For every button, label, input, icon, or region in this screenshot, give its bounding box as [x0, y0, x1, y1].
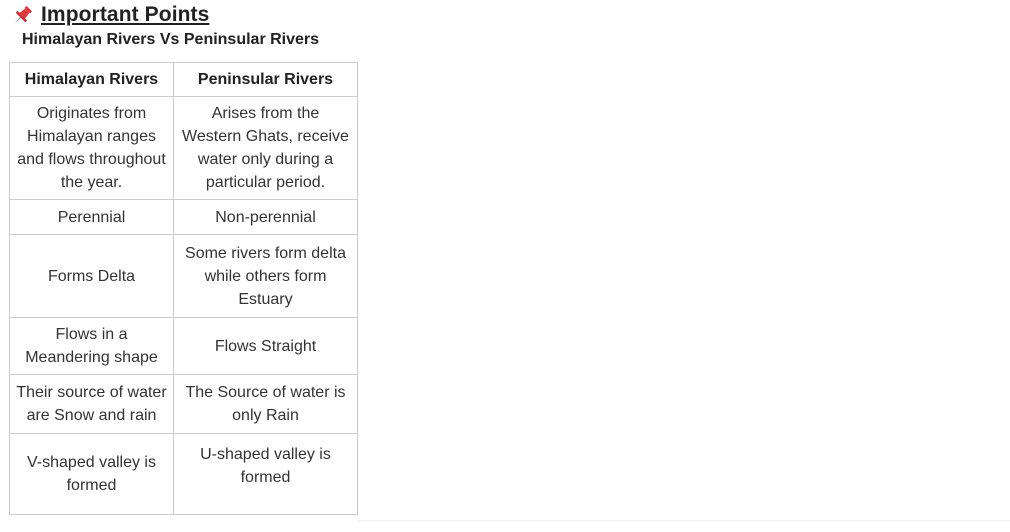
table-cell: Flows in a Meandering shape — [9, 317, 174, 375]
table-row: Originates from Himalayan ranges and flo… — [9, 96, 358, 200]
divider — [358, 520, 1010, 521]
table-cell: Originates from Himalayan ranges and flo… — [9, 96, 174, 200]
table-cell: Non-perennial — [173, 199, 358, 235]
table-cell: Arises from the Western Ghats, receive w… — [173, 96, 358, 200]
comparison-table: Himalayan Rivers Peninsular Rivers Origi… — [9, 62, 358, 515]
table-row: V-shaped valley is formed U-shaped valle… — [9, 433, 358, 515]
table-cell: Perennial — [9, 199, 174, 235]
column-header-peninsular: Peninsular Rivers — [173, 62, 358, 97]
table-cell: Their source of water are Snow and rain — [9, 374, 174, 434]
column-header-himalayan: Himalayan Rivers — [9, 62, 174, 97]
table-row: Flows in a Meandering shape Flows Straig… — [9, 317, 358, 375]
table-cell: Forms Delta — [9, 234, 174, 318]
table-cell: Flows Straight — [173, 317, 358, 375]
page-title: Important Points — [41, 3, 210, 26]
table-cell: The Source of water is only Rain — [173, 374, 358, 434]
table-row: Their source of water are Snow and rain … — [9, 374, 358, 434]
pushpin-icon — [11, 3, 35, 27]
table-caption: Himalayan Rivers Vs Peninsular Rivers — [22, 31, 320, 48]
table-row: Forms Delta Some rivers form delta while… — [9, 234, 358, 318]
table-cell: U-shaped valley is formed — [173, 433, 358, 515]
table-header-row: Himalayan Rivers Peninsular Rivers — [9, 62, 358, 97]
table-cell: Some rivers form delta while others form… — [173, 234, 358, 318]
table-cell: V-shaped valley is formed — [9, 433, 174, 515]
section-heading: Important Points — [11, 2, 209, 28]
cell-text: U-shaped valley is formed — [200, 446, 331, 486]
table-row: Perennial Non-perennial — [9, 199, 358, 235]
